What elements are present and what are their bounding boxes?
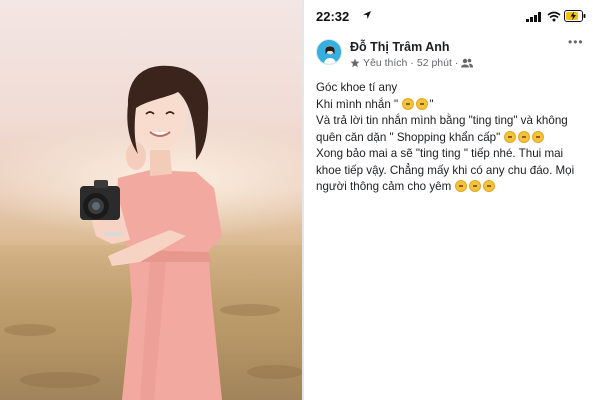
post-text-line: Góc khoe tí any [316,80,588,97]
post-text: Góc khoe tí any Khi mình nhắn " " Và trả l… [316,80,588,196]
status-time: 22:32 [316,9,350,24]
emoji-icon [469,180,482,192]
signal-bars-icon [526,12,541,22]
meta-separator-2: · [454,57,459,69]
battery-charging-icon [564,10,586,22]
post-text-line: quên căn dặn " Shopping khẩn cấp" [316,130,588,147]
post-text-content: Góc khoe tí any [316,81,398,94]
post-text-content: khoe tiếp vậy. Chẳng mấy khi có any chu … [316,163,575,177]
emoji-icon [532,130,545,143]
star-icon [350,58,360,68]
post-text-content: quên căn dặn " Shopping khẩn cấp" [316,130,504,144]
phone-screen: 22:32 Đỗ Thị Trâm Anh Yêu thích · 52 phú… [304,0,594,400]
emoji-icon [483,180,496,192]
avatar[interactable] [316,39,342,65]
post-text-line: khoe tiếp vậy. Chẳng mấy khi có any chu … [316,163,588,180]
post-text-line: Khi mình nhắn " " [316,97,588,114]
emoji-icon [416,97,429,110]
post-author-name[interactable]: Đỗ Thị Trâm Anh [350,40,450,54]
post-text-content: người thông cảm cho yêm [316,180,455,193]
post-text-suffix: " [429,97,434,111]
meta-separator: · [410,57,414,69]
post-text-line: Xong bảo mai a sẽ "ting ting " tiếp nhé.… [316,146,588,163]
more-options-icon[interactable]: ••• [568,36,586,50]
emoji-icon [518,130,531,143]
post-photo[interactable] [0,0,302,400]
post-text-line: Và trả lời tin nhắn mình bằng "ting ting… [316,113,588,130]
emoji-icon [455,180,468,192]
status-bar: 22:32 [304,0,594,32]
post-meta: Yêu thích · 52 phút · [350,57,474,69]
location-arrow-icon [363,11,371,19]
post-text-line: người thông cảm cho yêm [316,179,588,196]
post-header: Đỗ Thị Trâm Anh Yêu thích · 52 phút · ••… [304,34,594,74]
photo-illustration [4,65,302,400]
post-text-content: Và trả lời tin nhắn mình bằng "ting ting… [316,114,568,127]
post-time[interactable]: 52 phút [417,57,452,69]
wifi-icon [547,11,561,22]
emoji-icon [402,97,415,110]
emoji-icon [504,130,517,143]
post-text-content: Khi mình nhắn " [316,97,402,111]
post-text-content: Xong bảo mai a sẽ "ting ting " tiếp nhé.… [316,147,564,160]
avatar-image [317,40,341,64]
friends-icon [461,58,474,68]
reaction-label: Yêu thích [363,57,408,69]
